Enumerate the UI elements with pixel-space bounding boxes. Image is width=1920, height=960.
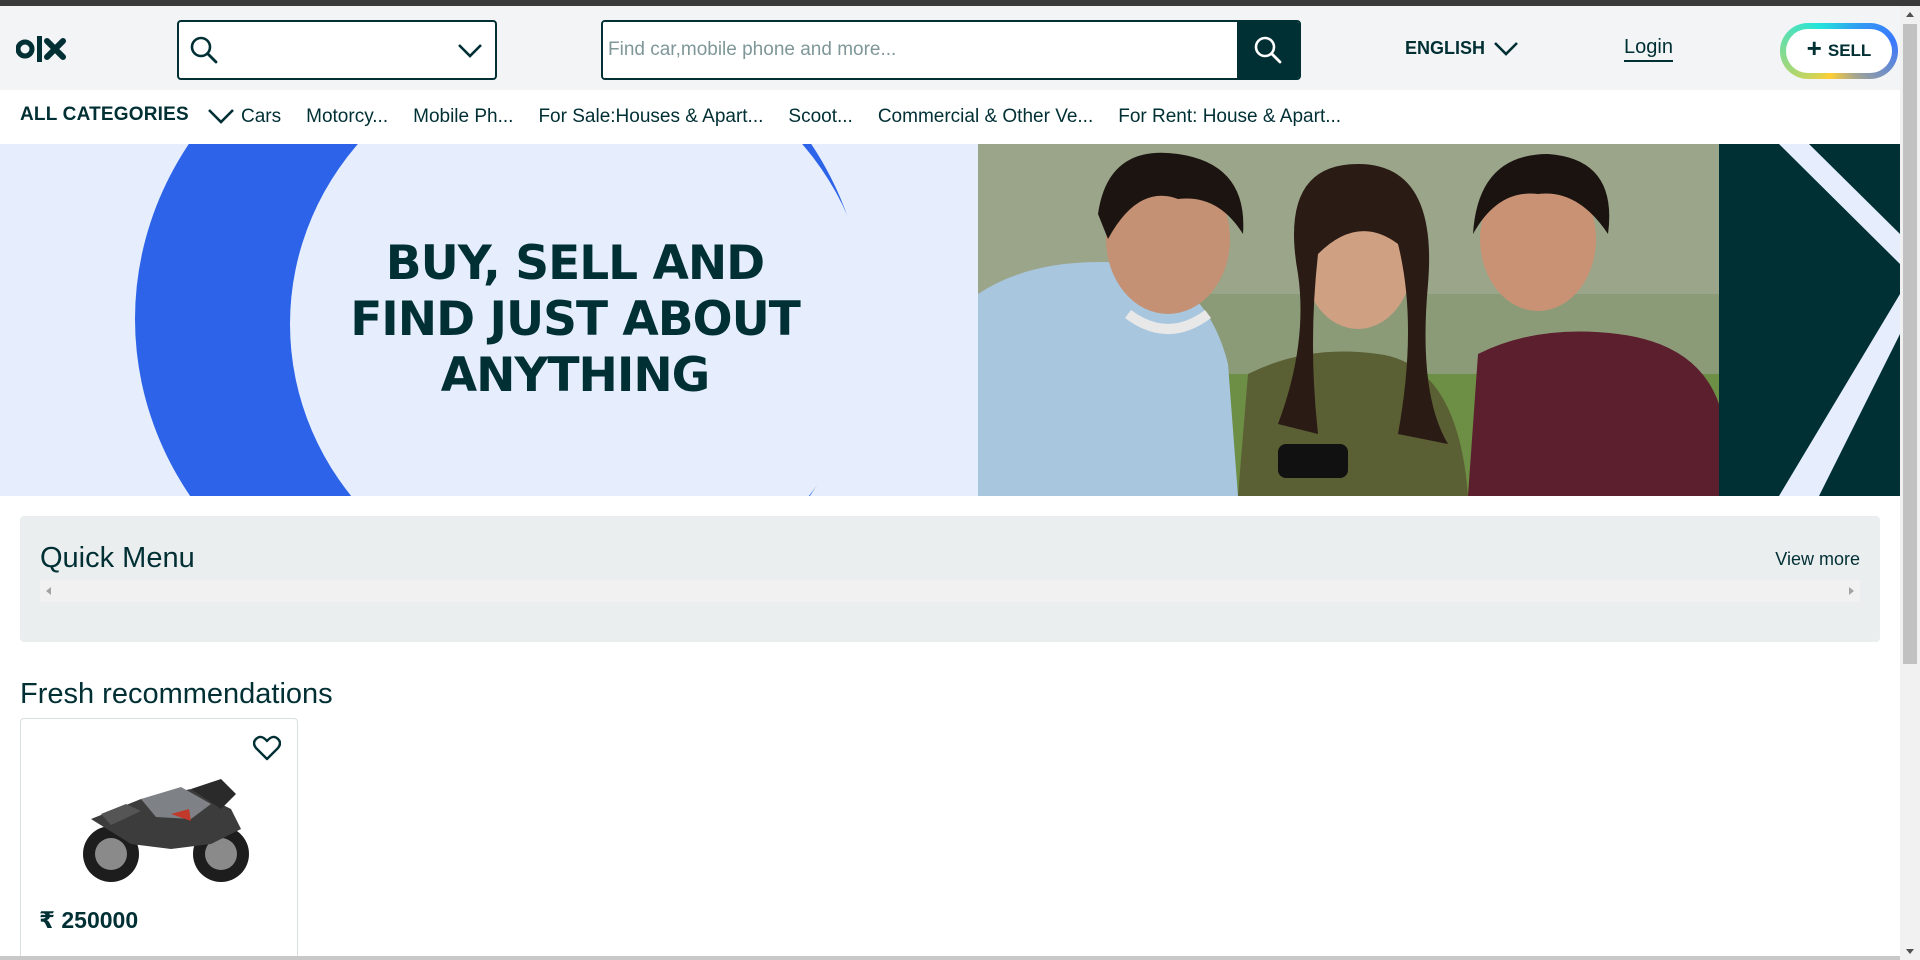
decorative-stripes (1779, 144, 1900, 496)
banner-headline-line: ANYTHING (440, 348, 711, 403)
location-dropdown[interactable] (177, 20, 497, 80)
chevron-down-icon (1494, 42, 1518, 56)
category-link-cars[interactable]: Cars (241, 106, 281, 128)
listing-card[interactable]: ₹ 250000 (20, 718, 298, 960)
olx-logo[interactable] (16, 32, 72, 66)
scroll-up-icon[interactable] (1906, 12, 1914, 17)
banner-right-panel (1719, 144, 1900, 496)
listing-price: ₹ 250000 (39, 907, 139, 933)
quick-menu: Quick Menu View more (20, 516, 1880, 642)
scroll-right-icon[interactable] (1849, 587, 1854, 595)
banner-headline-line: FIND JUST ABOUT (350, 292, 801, 347)
plus-icon: + (1806, 33, 1822, 63)
fresh-recommendations-title: Fresh recommendations (20, 678, 333, 710)
heart-icon[interactable] (253, 735, 281, 761)
sell-label: SELL (1827, 41, 1872, 60)
search-icon (1254, 36, 1282, 64)
category-links: Cars Motorcy... Mobile Ph... For Sale:Ho… (241, 106, 1341, 128)
chevron-down-icon (458, 44, 482, 58)
site-header: ENGLISH Login + SELL (0, 6, 1900, 90)
category-link-mobile-phones[interactable]: Mobile Ph... (413, 106, 513, 128)
search-button[interactable] (1237, 22, 1299, 78)
view-more-link[interactable]: View more (1775, 549, 1860, 570)
motorcycle-image (83, 779, 249, 882)
page-scrollbar[interactable] (1900, 6, 1920, 960)
all-categories-dropdown[interactable]: ALL CATEGORIES (20, 104, 235, 126)
quick-menu-scroller[interactable] (40, 580, 1860, 602)
all-categories-label: ALL CATEGORIES (20, 104, 189, 125)
category-bar: ALL CATEGORIES Cars Motorcy... Mobile Ph… (0, 90, 1900, 144)
scrollbar-thumb[interactable] (1903, 24, 1917, 664)
login-link[interactable]: Login (1624, 36, 1673, 62)
hero-banner[interactable]: BUY, SELL AND FIND JUST ABOUT ANYTHING (0, 144, 1900, 496)
category-link-motorcycles[interactable]: Motorcy... (306, 106, 388, 128)
banner-headline-line: BUY, SELL AND (385, 236, 765, 291)
banner-photo (978, 144, 1719, 496)
search-bar (601, 20, 1301, 80)
people-with-phone-image (978, 144, 1719, 496)
sell-button[interactable]: + SELL (1780, 23, 1898, 79)
banner-left-panel: BUY, SELL AND FIND JUST ABOUT ANYTHING (0, 144, 978, 496)
search-input[interactable] (603, 22, 1231, 78)
chevron-down-icon (207, 109, 234, 124)
language-label: ENGLISH (1405, 37, 1486, 58)
bottom-edge (0, 956, 1900, 960)
language-selector[interactable]: ENGLISH (1405, 36, 1519, 60)
banner-headline: BUY, SELL AND FIND JUST ABOUT ANYTHING (285, 236, 865, 404)
category-link-commercial-vehicles[interactable]: Commercial & Other Ve... (878, 106, 1093, 128)
quick-menu-title: Quick Menu (40, 542, 195, 574)
category-link-houses-sale[interactable]: For Sale:Houses & Apart... (538, 106, 763, 128)
scroll-down-icon[interactable] (1906, 949, 1914, 954)
category-link-houses-rent[interactable]: For Rent: House & Apart... (1118, 106, 1341, 128)
category-link-scooters[interactable]: Scoot... (788, 106, 852, 128)
scroll-left-icon[interactable] (46, 587, 51, 595)
search-icon (190, 36, 218, 64)
